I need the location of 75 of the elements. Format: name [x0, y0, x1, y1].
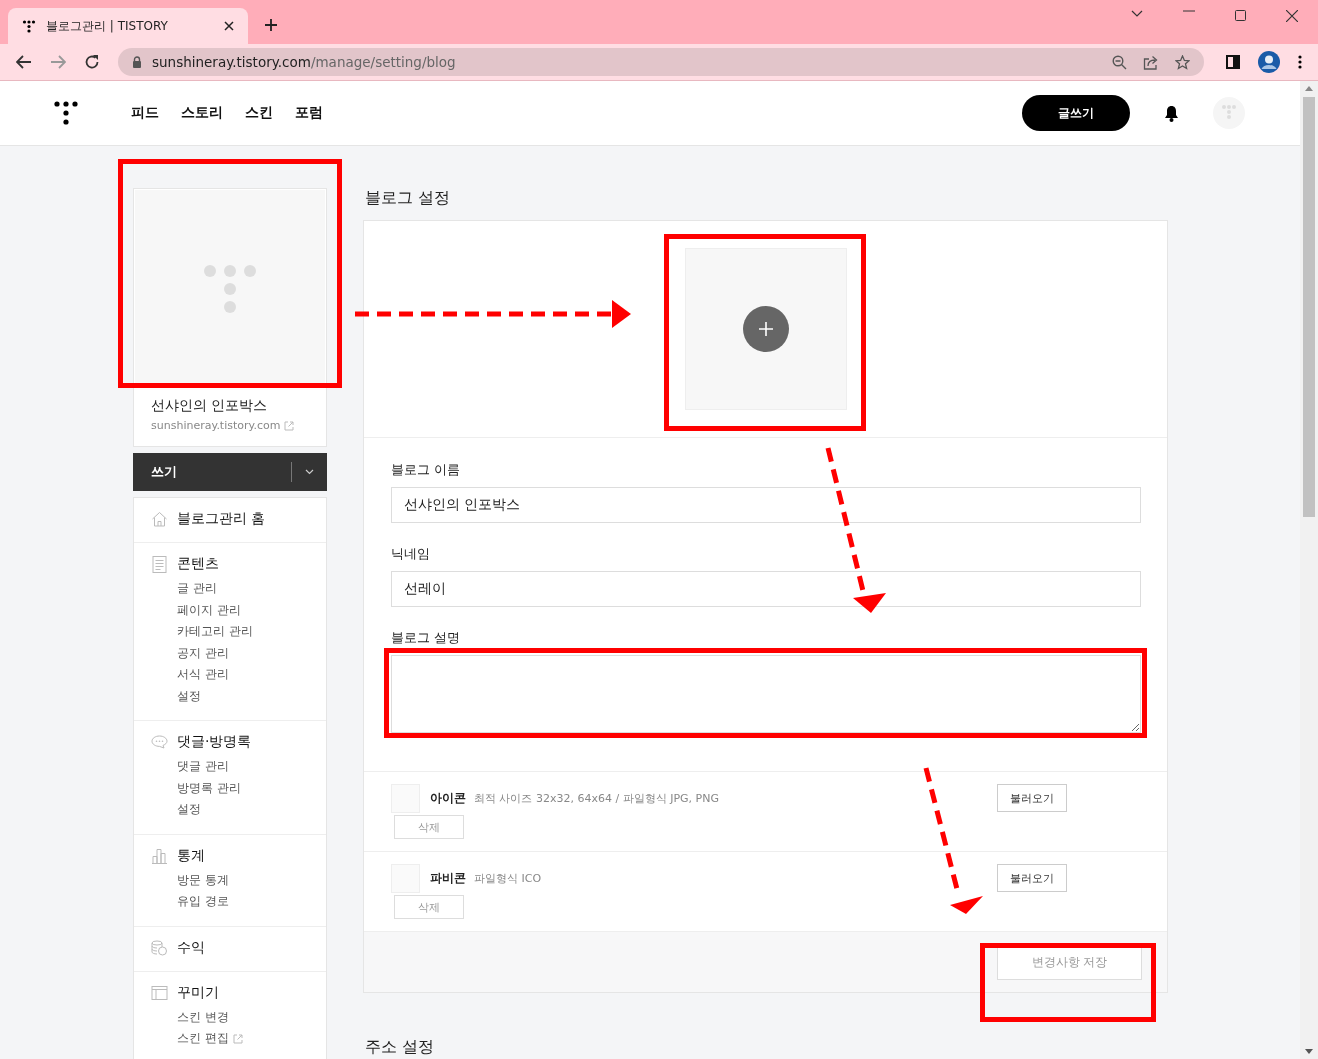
- menu-section-link[interactable]: 콘텐츠: [177, 555, 219, 573]
- menu-item[interactable]: 스킨 변경: [177, 1006, 309, 1028]
- close-icon[interactable]: [1286, 10, 1298, 22]
- speech-bubble-icon: [151, 735, 168, 749]
- external-link-icon: [232, 1033, 243, 1044]
- menu-section-link[interactable]: 댓글·방명록: [177, 733, 252, 751]
- menu-item[interactable]: 글 관리: [177, 578, 309, 600]
- menu-item[interactable]: 스킨 편집: [177, 1028, 309, 1050]
- document-icon: [151, 555, 168, 573]
- section-title: 블로그 설정: [365, 188, 452, 209]
- star-icon[interactable]: [1175, 54, 1190, 70]
- zoom-out-icon[interactable]: [1112, 54, 1127, 70]
- menu-item[interactable]: 유입 경로: [177, 891, 309, 913]
- maximize-icon[interactable]: [1235, 10, 1246, 21]
- upload-label: 아이콘: [430, 790, 466, 807]
- menu-item[interactable]: 카테고리 관리: [177, 621, 309, 643]
- menu-section-link[interactable]: 꾸미기: [177, 983, 219, 1002]
- new-tab-icon[interactable]: [264, 18, 278, 32]
- back-icon[interactable]: [16, 55, 32, 69]
- input-field[interactable]: 선샤인의 인포박스: [391, 487, 1141, 523]
- add-icon[interactable]: [742, 306, 789, 352]
- write-button[interactable]: 쓰기: [151, 463, 291, 481]
- input-field[interactable]: 선레이: [391, 571, 1141, 607]
- browser-tab[interactable]: 블로그관리 | TISTORY: [8, 8, 248, 44]
- load-button[interactable]: 불러오기: [997, 784, 1067, 812]
- lock-icon: [132, 56, 142, 68]
- caret-icon[interactable]: [305, 469, 314, 475]
- menu-item[interactable]: 설정: [177, 799, 309, 821]
- bell-icon[interactable]: [1164, 104, 1179, 122]
- coins-icon: [151, 939, 168, 956]
- upload-hint: 파일형식 ICO: [474, 871, 542, 886]
- nav-link[interactable]: 스킨: [245, 104, 273, 122]
- menu-item[interactable]: 방문 통계: [177, 869, 309, 891]
- layout-icon: [151, 985, 168, 1000]
- field-label: 닉네임: [391, 546, 431, 563]
- menu-item[interactable]: 설정: [177, 685, 309, 707]
- scrollbar-thumb[interactable]: [1303, 97, 1315, 517]
- external-link-icon: [284, 420, 295, 431]
- profile-avatar-icon[interactable]: [1258, 51, 1280, 73]
- address-bar[interactable]: sunshineray.tistory.com/manage/setting/blog: [118, 48, 1204, 76]
- side-panel-icon[interactable]: [1226, 55, 1240, 69]
- menu-item[interactable]: 페이지 관리: [177, 599, 309, 621]
- tab-title: 블로그관리 | TISTORY: [46, 17, 169, 35]
- menu-item[interactable]: 서식 관리: [177, 664, 309, 686]
- nav-link[interactable]: 피드: [131, 104, 159, 122]
- menu-section-link[interactable]: 수익: [177, 938, 205, 957]
- share-icon[interactable]: [1143, 54, 1159, 70]
- bar-chart-icon: [151, 847, 168, 864]
- scrollbar[interactable]: [1300, 81, 1318, 1059]
- scroll-up-icon[interactable]: [1305, 86, 1313, 91]
- blog-name: 선샤인의 인포박스: [151, 397, 269, 415]
- upload-hint: 최적 사이즈 32x32, 64x64 / 파일형식 JPG, PNG: [474, 791, 719, 806]
- upload-label: 파비콘: [430, 870, 466, 887]
- menu-item[interactable]: 공지 관리: [177, 642, 309, 664]
- reload-icon[interactable]: [84, 54, 100, 70]
- tistory-logo-icon: [22, 19, 36, 33]
- blog-url-link[interactable]: sunshineray.tistory.com: [151, 419, 309, 432]
- menu-section-link[interactable]: 통계: [177, 846, 205, 865]
- scroll-down-icon[interactable]: [1305, 1049, 1313, 1054]
- load-button[interactable]: 불러오기: [997, 864, 1067, 892]
- image-upload-area[interactable]: [684, 248, 847, 410]
- write-button[interactable]: 글쓰기: [1022, 95, 1130, 131]
- home-icon: [151, 511, 168, 527]
- tistory-logo-icon[interactable]: [54, 101, 78, 125]
- field-label: 블로그 이름: [391, 462, 461, 479]
- field-label: 블로그 설명: [391, 630, 461, 647]
- menu-section-link[interactable]: 블로그관리 홈: [177, 510, 266, 528]
- close-icon[interactable]: [224, 21, 234, 31]
- section-title: 주소 설정: [365, 1037, 436, 1058]
- menu-item[interactable]: 방명록 관리: [177, 777, 309, 799]
- menu-icon[interactable]: [1298, 55, 1302, 69]
- menu-item[interactable]: 댓글 관리: [177, 756, 309, 778]
- nav-link[interactable]: 포럼: [295, 104, 323, 122]
- nav-link[interactable]: 스토리: [181, 104, 223, 122]
- chevron-down-icon[interactable]: [1131, 10, 1143, 18]
